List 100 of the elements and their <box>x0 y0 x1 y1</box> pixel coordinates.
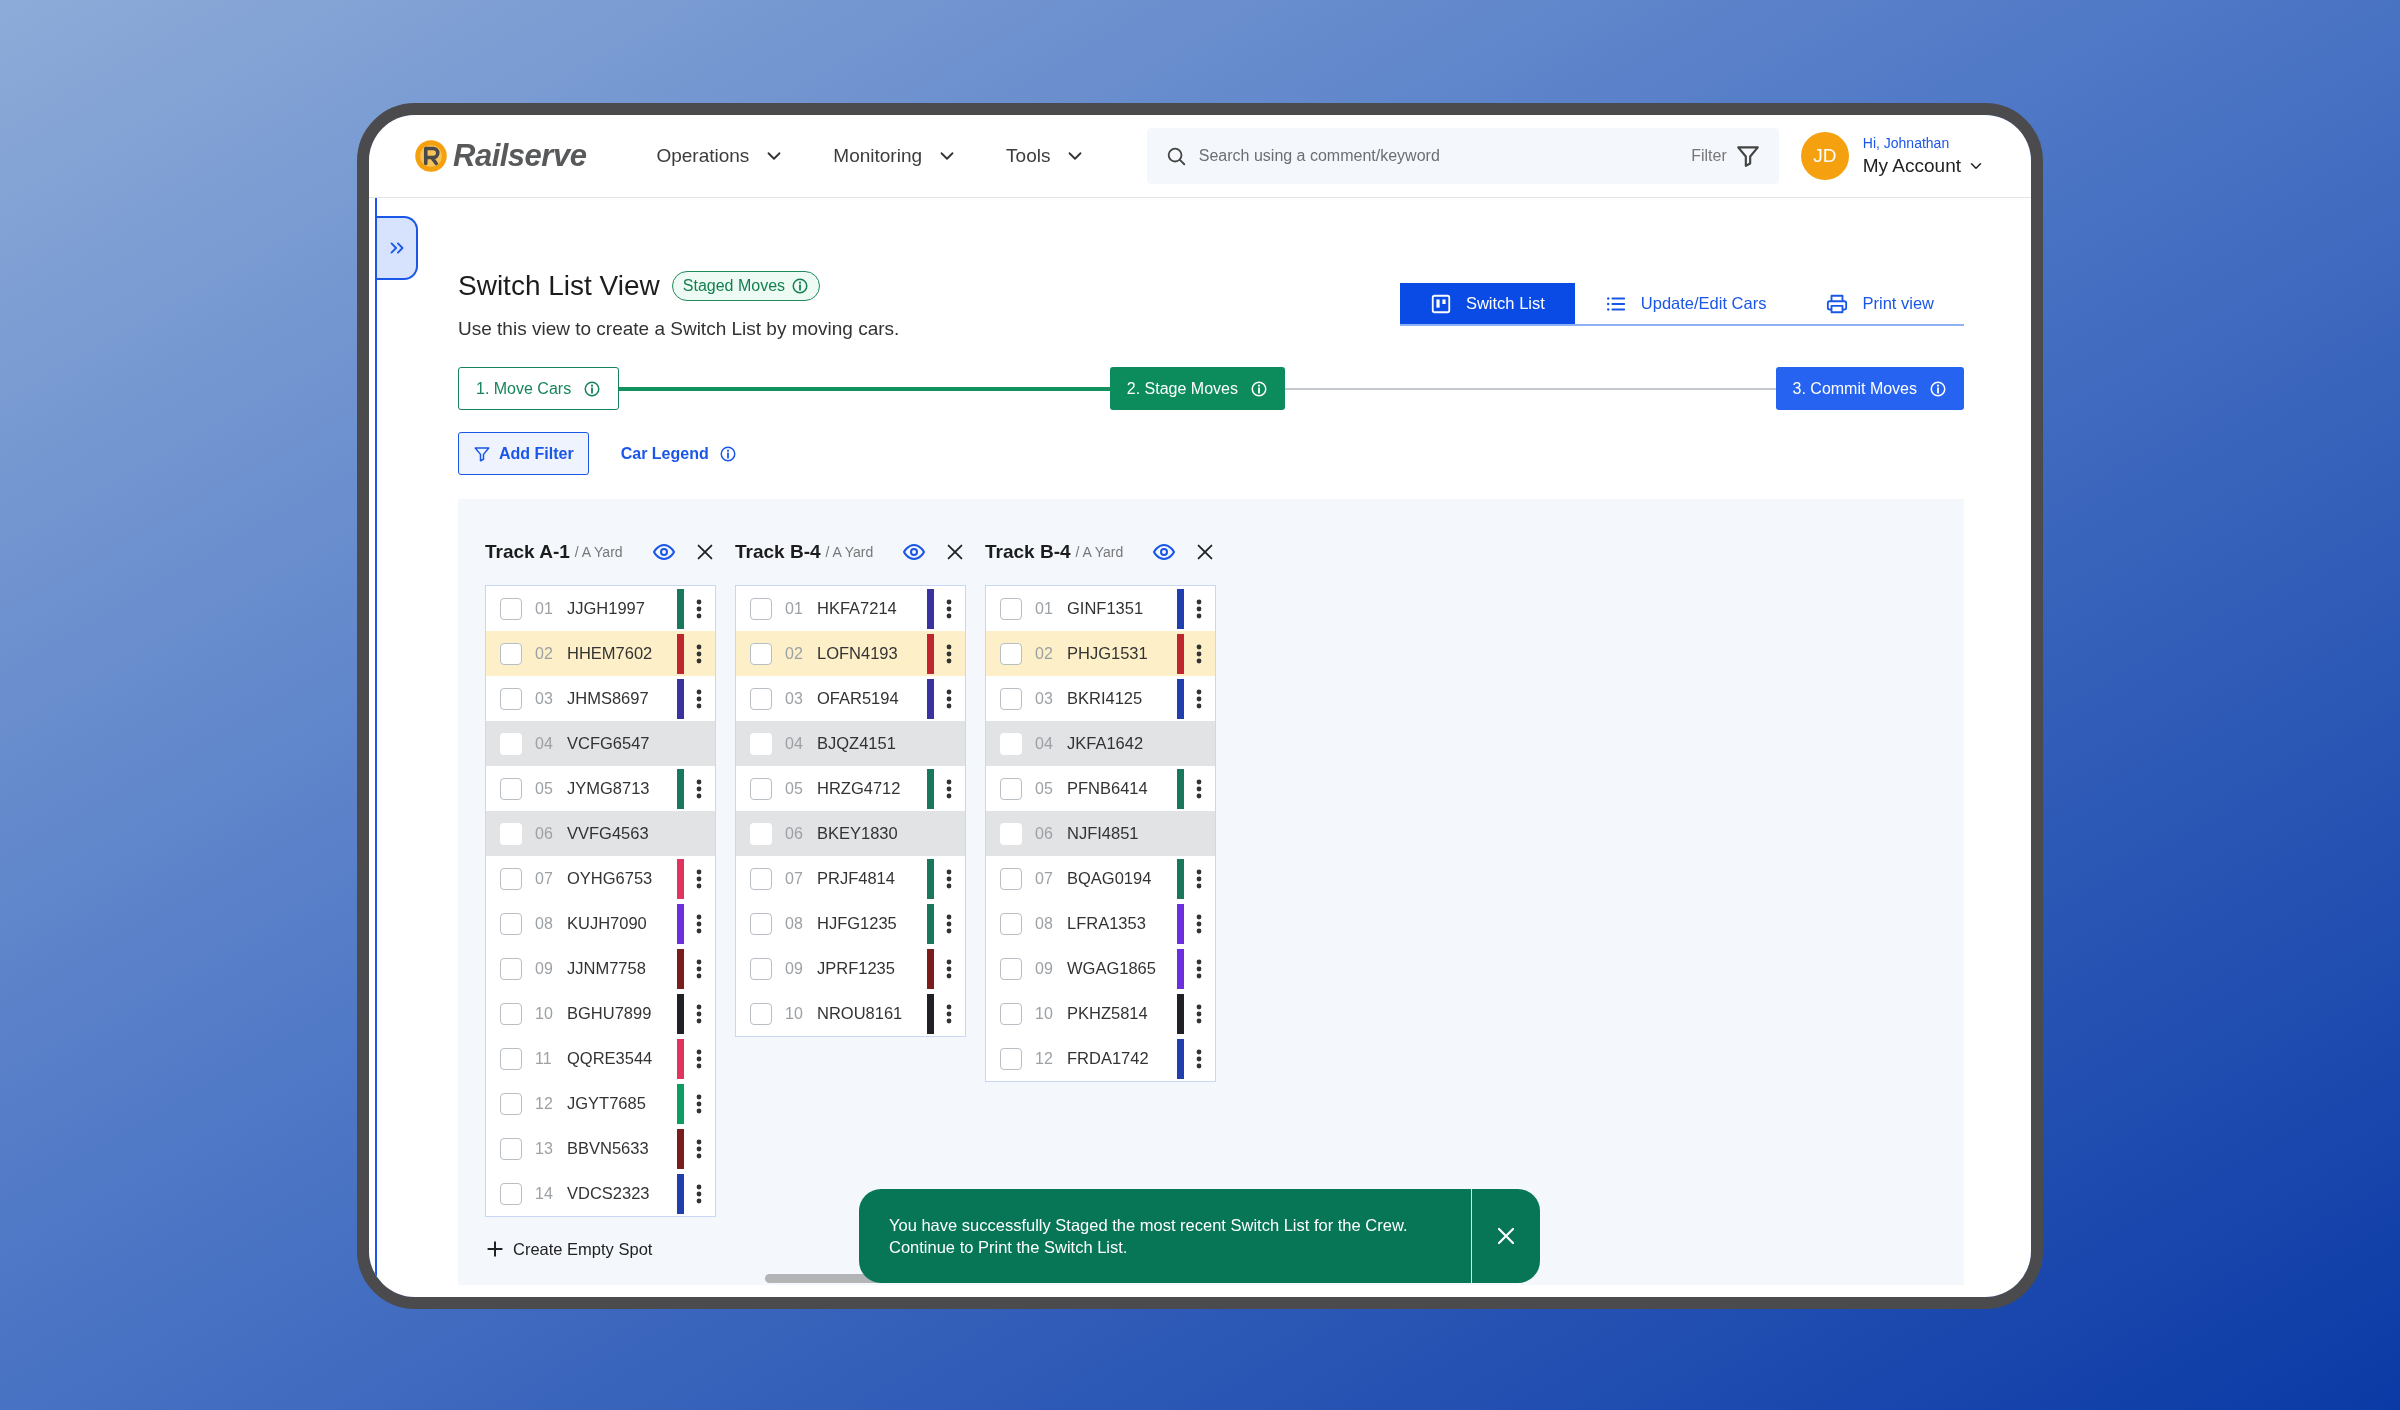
checkbox[interactable] <box>1000 687 1022 710</box>
filter-button[interactable]: Filter <box>1691 143 1761 169</box>
checkbox[interactable] <box>750 777 772 800</box>
kebab-menu-icon[interactable] <box>1196 1047 1202 1070</box>
car-row[interactable]: 09 JPRF1235 <box>736 946 965 991</box>
car-row[interactable]: 07 BQAG0194 <box>986 856 1215 901</box>
car-row[interactable]: 05 HRZG4712 <box>736 766 965 811</box>
checkbox[interactable] <box>500 1137 522 1160</box>
checkbox[interactable] <box>750 1002 772 1025</box>
car-row[interactable]: 07 OYHG6753 <box>486 856 715 901</box>
kebab-menu-icon[interactable] <box>946 1002 952 1025</box>
checkbox[interactable] <box>1000 1002 1022 1025</box>
kebab-menu-icon[interactable] <box>946 597 952 620</box>
car-row[interactable]: 01 GINF1351 <box>986 586 1215 631</box>
car-row[interactable]: 05 JYMG8713 <box>486 766 715 811</box>
checkbox[interactable] <box>750 687 772 710</box>
car-row[interactable]: 02 HHEM7602 <box>486 631 715 676</box>
car-row[interactable]: 07 PRJF4814 <box>736 856 965 901</box>
checkbox[interactable] <box>500 1182 522 1205</box>
checkbox[interactable] <box>1000 642 1022 665</box>
step-button[interactable]: 2. Stage Moves <box>1109 367 1285 410</box>
car-row[interactable]: 09 WGAG1865 <box>986 946 1215 991</box>
kebab-menu-icon[interactable] <box>696 597 702 620</box>
kebab-menu-icon[interactable] <box>1196 777 1202 800</box>
checkbox[interactable] <box>750 957 772 980</box>
kebab-menu-icon[interactable] <box>946 687 952 710</box>
kebab-menu-icon[interactable] <box>946 867 952 890</box>
checkbox[interactable] <box>1000 957 1022 980</box>
nav-menu[interactable]: Operations <box>656 145 786 167</box>
kebab-menu-icon[interactable] <box>696 957 702 980</box>
kebab-menu-icon[interactable] <box>1196 597 1202 620</box>
car-row[interactable]: 10 BGHU7899 <box>486 991 715 1036</box>
checkbox[interactable] <box>750 912 772 935</box>
kebab-menu-icon[interactable] <box>946 642 952 665</box>
checkbox[interactable] <box>500 642 522 665</box>
car-row[interactable]: 10 NROU8161 <box>736 991 965 1036</box>
checkbox[interactable] <box>500 1002 522 1025</box>
car-row[interactable]: 01 JJGH1997 <box>486 586 715 631</box>
checkbox[interactable] <box>750 597 772 620</box>
nav-menu[interactable]: Tools <box>1006 145 1087 167</box>
kebab-menu-icon[interactable] <box>696 867 702 890</box>
kebab-menu-icon[interactable] <box>696 1047 702 1070</box>
car-legend-link[interactable]: Car Legend <box>620 444 737 463</box>
checkbox[interactable] <box>500 597 522 620</box>
view-tab[interactable]: Print view <box>1796 283 1964 324</box>
car-row[interactable]: 10 PKHZ5814 <box>986 991 1215 1036</box>
car-row[interactable]: 08 LFRA1353 <box>986 901 1215 946</box>
kebab-menu-icon[interactable] <box>1196 687 1202 710</box>
checkbox[interactable] <box>750 642 772 665</box>
kebab-menu-icon[interactable] <box>946 957 952 980</box>
car-row[interactable]: 11 QQRE3544 <box>486 1036 715 1081</box>
checkbox[interactable] <box>1000 777 1022 800</box>
checkbox[interactable] <box>1000 597 1022 620</box>
checkbox[interactable] <box>500 777 522 800</box>
step-button[interactable]: 1. Move Cars <box>458 367 620 410</box>
car-row[interactable]: 02 LOFN4193 <box>736 631 965 676</box>
checkbox[interactable] <box>500 1092 522 1115</box>
car-row[interactable]: 12 FRDA1742 <box>986 1036 1215 1081</box>
kebab-menu-icon[interactable] <box>696 642 702 665</box>
kebab-menu-icon[interactable] <box>1196 912 1202 935</box>
car-row[interactable]: 13 BBVN5633 <box>486 1126 715 1171</box>
nav-menu[interactable]: Monitoring <box>833 145 959 167</box>
car-row[interactable]: 08 KUJH7090 <box>486 901 715 946</box>
car-row[interactable]: 01 HKFA7214 <box>736 586 965 631</box>
car-row[interactable]: 14 VDCS2323 <box>486 1171 715 1216</box>
checkbox[interactable] <box>1000 867 1022 890</box>
checkbox[interactable] <box>1000 912 1022 935</box>
kebab-menu-icon[interactable] <box>946 912 952 935</box>
kebab-menu-icon[interactable] <box>696 1092 702 1115</box>
kebab-menu-icon[interactable] <box>1196 957 1202 980</box>
car-row[interactable]: 05 PFNB6414 <box>986 766 1215 811</box>
car-row[interactable]: 03 JHMS8697 <box>486 676 715 721</box>
create-spot-button[interactable]: Create Empty Spot <box>485 1239 716 1259</box>
view-tab[interactable]: Update/Edit Cars <box>1574 283 1797 324</box>
kebab-menu-icon[interactable] <box>1196 1002 1202 1025</box>
kebab-menu-icon[interactable] <box>946 777 952 800</box>
step-button[interactable]: 3. Commit Moves <box>1775 367 1964 410</box>
kebab-menu-icon[interactable] <box>1196 867 1202 890</box>
kebab-menu-icon[interactable] <box>696 777 702 800</box>
checkbox[interactable] <box>500 912 522 935</box>
kebab-menu-icon[interactable] <box>696 687 702 710</box>
checkbox[interactable] <box>500 957 522 980</box>
car-row[interactable]: 09 JJNM7758 <box>486 946 715 991</box>
car-row[interactable]: 03 OFAR5194 <box>736 676 965 721</box>
checkbox[interactable] <box>500 687 522 710</box>
checkbox[interactable] <box>500 867 522 890</box>
car-row[interactable]: 08 HJFG1235 <box>736 901 965 946</box>
car-row[interactable]: 03 BKRI4125 <box>986 676 1215 721</box>
kebab-menu-icon[interactable] <box>1196 642 1202 665</box>
add-filter-button[interactable]: Add Filter <box>458 432 589 475</box>
car-row[interactable]: 02 PHJG1531 <box>986 631 1215 676</box>
account-menu[interactable]: My Account <box>1862 155 1985 177</box>
kebab-menu-icon[interactable] <box>696 1182 702 1205</box>
sidebar-toggle[interactable] <box>377 216 418 280</box>
car-row[interactable]: 12 JGYT7685 <box>486 1081 715 1126</box>
search-field[interactable]: Search using a comment/keyword Filter <box>1146 128 1779 184</box>
view-tab[interactable]: Switch List <box>1399 283 1575 324</box>
kebab-menu-icon[interactable] <box>696 912 702 935</box>
checkbox[interactable] <box>1000 1047 1022 1070</box>
checkbox[interactable] <box>750 867 772 890</box>
